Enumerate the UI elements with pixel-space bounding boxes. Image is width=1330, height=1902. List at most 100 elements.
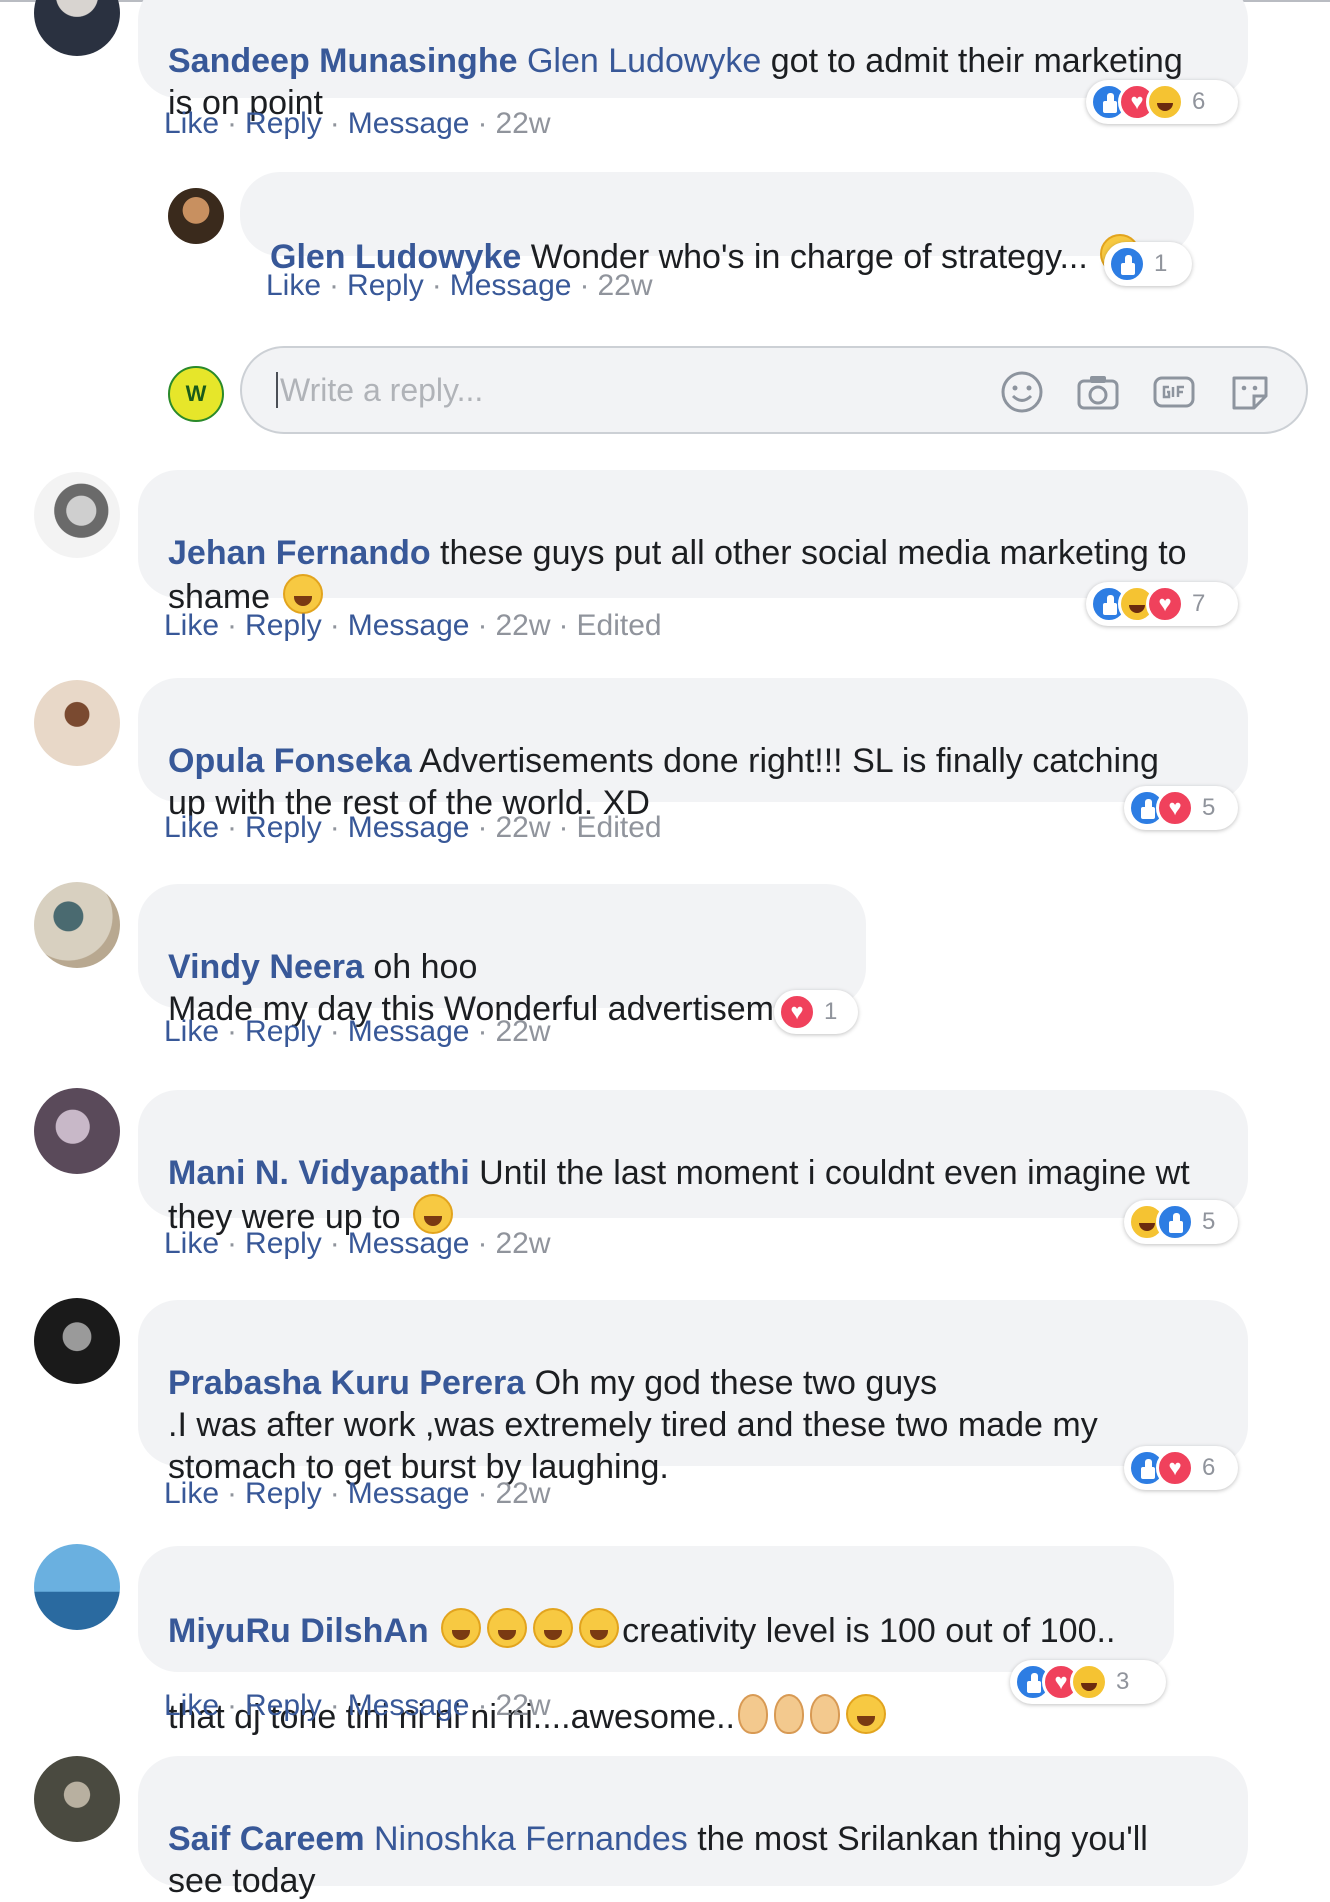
edited-label[interactable]: Edited bbox=[577, 609, 662, 642]
comment-author[interactable]: Opula Fonseka bbox=[168, 742, 412, 780]
like-link[interactable]: Like bbox=[164, 1015, 219, 1048]
reaction-summary[interactable]: 1 bbox=[1104, 242, 1192, 286]
message-link[interactable]: Message bbox=[348, 1227, 470, 1260]
reply-input[interactable]: Write a reply... bbox=[240, 346, 1308, 434]
reaction-summary[interactable]: 6 bbox=[1086, 80, 1238, 124]
love-reaction-icon bbox=[778, 993, 816, 1031]
avatar[interactable] bbox=[168, 188, 224, 244]
ok-hand-emoji-icon bbox=[773, 1694, 804, 1734]
reply-link[interactable]: Reply bbox=[245, 1227, 322, 1260]
reaction-count: 1 bbox=[824, 998, 838, 1025]
separator: · bbox=[477, 811, 488, 844]
avatar[interactable] bbox=[34, 0, 120, 56]
reply-link[interactable]: Reply bbox=[245, 1477, 322, 1510]
like-link[interactable]: Like bbox=[164, 1227, 219, 1260]
message-link[interactable]: Message bbox=[348, 1015, 470, 1048]
like-link[interactable]: Like bbox=[164, 811, 219, 844]
comment-mention[interactable]: Ninoshka Fernandes bbox=[374, 1820, 688, 1858]
separator: · bbox=[329, 609, 340, 642]
reply-link[interactable]: Reply bbox=[245, 1689, 322, 1722]
avatar[interactable] bbox=[34, 1756, 120, 1842]
like-link[interactable]: Like bbox=[164, 609, 219, 642]
reply-link[interactable]: Reply bbox=[245, 107, 322, 140]
reaction-summary[interactable]: 6 bbox=[1124, 1446, 1238, 1490]
reply-link[interactable]: Reply bbox=[245, 1015, 322, 1048]
comment-actions: Like · Reply · Message · 22w bbox=[164, 1688, 551, 1724]
timestamp[interactable]: 22w bbox=[495, 1477, 550, 1510]
separator: · bbox=[227, 609, 238, 642]
camera-icon[interactable] bbox=[1074, 368, 1122, 416]
comment-author[interactable]: Sandeep Munasinghe bbox=[168, 42, 518, 80]
like-reaction-icon bbox=[1108, 245, 1146, 283]
separator: · bbox=[227, 811, 238, 844]
laughing-emoji-icon bbox=[845, 1694, 886, 1734]
comment-bubble: MiyuRu DilshAn creativity level is 100 o… bbox=[138, 1546, 1174, 1736]
current-user-avatar[interactable]: W bbox=[168, 366, 224, 422]
message-link[interactable]: Message bbox=[348, 811, 470, 844]
like-link[interactable]: Like bbox=[164, 1477, 219, 1510]
separator: · bbox=[329, 269, 340, 302]
like-link[interactable]: Like bbox=[266, 269, 321, 302]
emoji-icon[interactable] bbox=[998, 368, 1046, 416]
separator: · bbox=[329, 1227, 340, 1260]
separator: · bbox=[558, 609, 569, 642]
comment-author[interactable]: MiyuRu DilshAn bbox=[168, 1612, 429, 1650]
separator: · bbox=[227, 107, 238, 140]
separator: · bbox=[477, 1689, 488, 1722]
message-link[interactable]: Message bbox=[348, 1689, 470, 1722]
comment-actions: Like · Reply · Message · 22w bbox=[164, 1014, 551, 1050]
reaction-count: 1 bbox=[1154, 250, 1168, 277]
message-link[interactable]: Message bbox=[348, 609, 470, 642]
separator: · bbox=[477, 107, 488, 140]
gif-icon[interactable] bbox=[1150, 368, 1198, 416]
like-link[interactable]: Like bbox=[164, 107, 219, 140]
sticker-icon[interactable] bbox=[1226, 368, 1274, 416]
reply-link[interactable]: Reply bbox=[245, 811, 322, 844]
separator: · bbox=[227, 1477, 238, 1510]
reaction-summary[interactable]: 3 bbox=[1010, 1660, 1166, 1704]
avatar[interactable] bbox=[34, 1298, 120, 1384]
comment-bubble: Saif Careem Ninoshka Fernandes the most … bbox=[138, 1756, 1248, 1900]
reply-link[interactable]: Reply bbox=[245, 609, 322, 642]
comment-author[interactable]: Jehan Fernando bbox=[168, 534, 431, 572]
comment-bubble: Mani N. Vidyapathi Until the last moment… bbox=[138, 1090, 1248, 1236]
message-link[interactable]: Message bbox=[450, 269, 572, 302]
edited-label[interactable]: Edited bbox=[577, 811, 662, 844]
reply-link[interactable]: Reply bbox=[347, 269, 424, 302]
avatar[interactable] bbox=[34, 680, 120, 766]
reaction-summary[interactable]: 1 bbox=[774, 990, 858, 1034]
message-link[interactable]: Message bbox=[348, 107, 470, 140]
separator: · bbox=[227, 1689, 238, 1722]
timestamp[interactable]: 22w bbox=[495, 1015, 550, 1048]
avatar[interactable] bbox=[34, 1544, 120, 1630]
avatar[interactable] bbox=[34, 1088, 120, 1174]
avatar[interactable] bbox=[34, 472, 120, 558]
timestamp[interactable]: 22w bbox=[597, 269, 652, 302]
separator: · bbox=[477, 609, 488, 642]
message-link[interactable]: Message bbox=[348, 1477, 470, 1510]
separator: · bbox=[329, 1015, 340, 1048]
haha-reaction-icon bbox=[1146, 83, 1184, 121]
timestamp[interactable]: 22w bbox=[495, 1227, 550, 1260]
timestamp[interactable]: 22w bbox=[495, 107, 550, 140]
avatar[interactable] bbox=[34, 882, 120, 968]
comment-author[interactable]: Mani N. Vidyapathi bbox=[168, 1154, 470, 1192]
comment-bubble: Vindy Neera oh hoo Made my day this Wond… bbox=[138, 884, 866, 1028]
comment-author[interactable]: Saif Careem bbox=[168, 1820, 365, 1858]
timestamp[interactable]: 22w bbox=[495, 609, 550, 642]
comment-mention[interactable]: Glen Ludowyke bbox=[527, 42, 761, 80]
comment-author[interactable]: Prabasha Kuru Perera bbox=[168, 1364, 525, 1402]
comment-actions: Like · Reply · Message · 22w · Edited bbox=[164, 810, 662, 846]
love-reaction-icon bbox=[1146, 585, 1184, 623]
timestamp[interactable]: 22w bbox=[495, 1689, 550, 1722]
like-link[interactable]: Like bbox=[164, 1689, 219, 1722]
comment-actions: Like · Reply · Message · 22w bbox=[266, 268, 653, 304]
timestamp[interactable]: 22w bbox=[495, 811, 550, 844]
reaction-count: 5 bbox=[1202, 794, 1216, 821]
laughing-emoji-icon bbox=[487, 1608, 528, 1648]
reaction-summary[interactable]: 5 bbox=[1124, 786, 1238, 830]
reaction-summary[interactable]: 7 bbox=[1086, 582, 1238, 626]
reaction-summary[interactable]: 5 bbox=[1124, 1200, 1238, 1244]
separator: · bbox=[227, 1015, 238, 1048]
comment-author[interactable]: Vindy Neera bbox=[168, 948, 364, 986]
